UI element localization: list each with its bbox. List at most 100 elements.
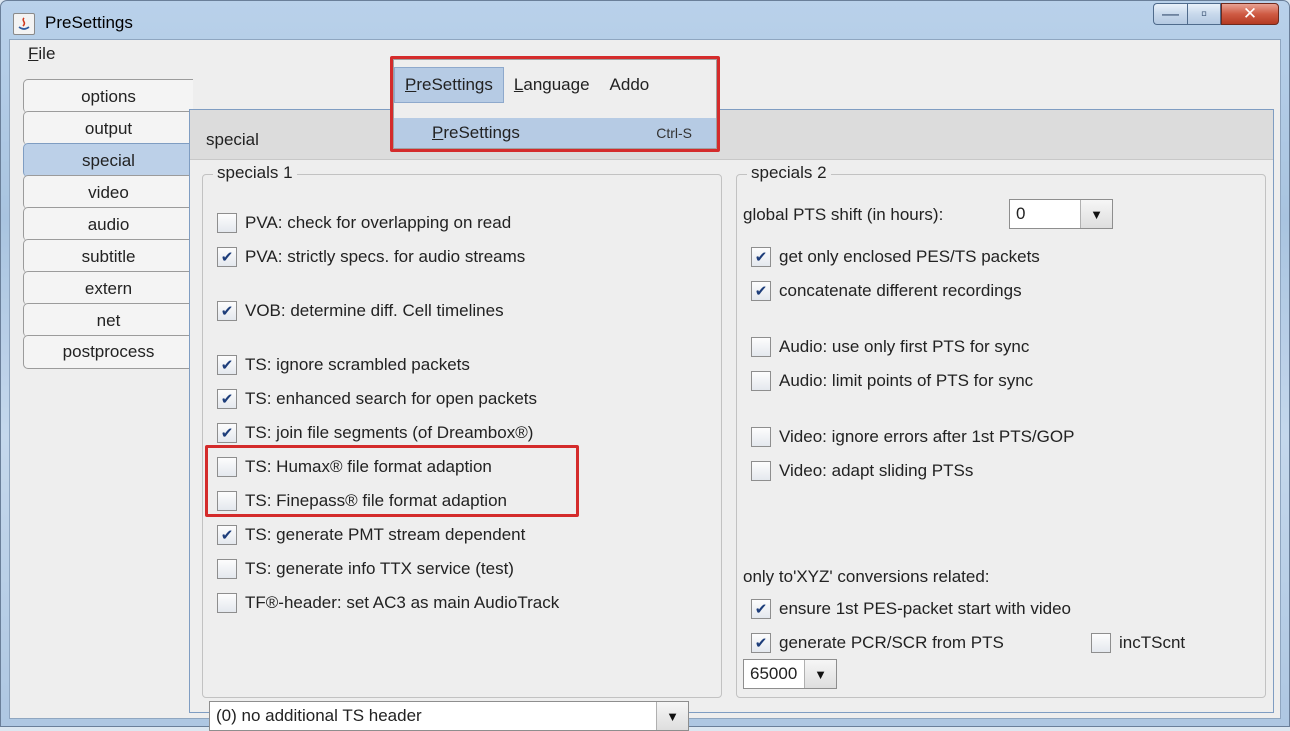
window-title: PreSettings [45, 13, 133, 32]
specials2-option-0[interactable]: ✔ get only enclosed PES/TS packets [751, 247, 1040, 267]
tab-options[interactable]: options [23, 79, 193, 113]
close-icon: ✕ [1242, 4, 1258, 23]
tab-subtitle[interactable]: subtitle [23, 239, 193, 273]
checkbox-unchecked[interactable] [217, 593, 237, 613]
pts-shift-label: global PTS shift (in hours): [743, 205, 944, 224]
specials1-option-10[interactable]: TF®-header: set AC3 as main AudioTrack [217, 593, 559, 613]
specials1-option-1[interactable]: ✔ PVA: strictly specs. for audio streams [217, 247, 525, 267]
specials2-option-4[interactable]: Video: ignore errors after 1st PTS/GOP [751, 427, 1074, 447]
conversion-option-0[interactable]: ✔ ensure 1st PES-packet start with video [751, 599, 1071, 619]
menu-item-presettings[interactable]: PreSettings Ctrl-S [394, 118, 716, 148]
checkbox-checked[interactable]: ✔ [751, 281, 771, 301]
checkbox-checked[interactable]: ✔ [751, 247, 771, 267]
checkbox-label: TS: Finepass® file format adaption [245, 491, 507, 510]
check-icon: ✔ [220, 356, 234, 374]
tab-net[interactable]: net [23, 303, 193, 337]
checkbox-checked[interactable]: ✔ [217, 525, 237, 545]
java-app-icon [13, 13, 35, 35]
specials2-option-5[interactable]: Video: adapt sliding PTSs [751, 461, 973, 481]
menu-presettings[interactable]: PreSettings [394, 67, 504, 103]
checkbox-label: TS: generate info TTX service (test) [245, 559, 514, 578]
tab-video[interactable]: video [23, 175, 193, 209]
maximize-icon: ▫ [1200, 4, 1208, 23]
checkbox-unchecked[interactable] [217, 213, 237, 233]
specials1-option-8[interactable]: ✔ TS: generate PMT stream dependent [217, 525, 525, 545]
checkbox-label: TS: generate PMT stream dependent [245, 525, 526, 544]
checkbox-label: TF®-header: set AC3 as main AudioTrack [245, 593, 560, 612]
minimize-button[interactable]: — [1153, 3, 1187, 25]
conversion-option-2[interactable]: incTScnt [1091, 633, 1185, 653]
menu-language[interactable]: Language [504, 67, 600, 103]
specials1-option-0[interactable]: PVA: check for overlapping on read [217, 213, 511, 233]
checkbox-label: Video: adapt sliding PTSs [779, 461, 974, 480]
check-icon: ✔ [220, 390, 234, 408]
specials2-option-1[interactable]: ✔ concatenate different recordings [751, 281, 1022, 301]
chevron-down-icon[interactable]: ▼ [1080, 200, 1112, 228]
menu-file[interactable]: File [28, 44, 55, 64]
specials1-option-6[interactable]: TS: Humax® file format adaption [217, 457, 492, 477]
checkbox-label: Audio: limit points of PTS for sync [779, 371, 1034, 390]
checkbox-unchecked[interactable] [217, 559, 237, 579]
checkbox-checked[interactable]: ✔ [217, 301, 237, 321]
specials1-option-4[interactable]: ✔ TS: enhanced search for open packets [217, 389, 537, 409]
conversion-option-1[interactable]: ✔ generate PCR/SCR from PTS [751, 633, 1004, 653]
check-icon: ✔ [754, 282, 768, 300]
tab-postprocess[interactable]: postprocess [23, 335, 193, 369]
check-icon: ✔ [220, 526, 234, 544]
checkbox-label: generate PCR/SCR from PTS [779, 633, 1004, 652]
tab-special[interactable]: special [23, 143, 193, 177]
specials1-option-5[interactable]: ✔ TS: join file segments (of Dreambox®) [217, 423, 533, 443]
checkbox-unchecked[interactable] [1091, 633, 1111, 653]
specials1-option-7[interactable]: TS: Finepass® file format adaption [217, 491, 507, 511]
minimize-icon: — [1162, 4, 1179, 23]
checkbox-checked[interactable]: ✔ [217, 355, 237, 375]
specials2-option-2[interactable]: Audio: use only first PTS for sync [751, 337, 1029, 357]
checkbox-label: TS: join file segments (of Dreambox®) [245, 423, 534, 442]
checkbox-checked[interactable]: ✔ [217, 247, 237, 267]
specials1-option-9[interactable]: TS: generate info TTX service (test) [217, 559, 514, 579]
checkbox-checked[interactable]: ✔ [751, 599, 771, 619]
checkbox-unchecked[interactable] [751, 337, 771, 357]
check-icon: ✔ [754, 600, 768, 618]
close-button[interactable]: ✕ [1221, 3, 1279, 25]
checkbox-label: TS: ignore scrambled packets [245, 355, 470, 374]
checkbox-checked[interactable]: ✔ [217, 423, 237, 443]
maximize-button[interactable]: ▫ [1187, 3, 1221, 25]
checkbox-unchecked[interactable] [751, 427, 771, 447]
checkbox-label: get only enclosed PES/TS packets [779, 247, 1040, 266]
presettings-popup: PreSettings Language Addo PreSettings Ct… [393, 59, 717, 149]
pts-shift-value: 0 [1016, 204, 1026, 223]
tab-extern[interactable]: extern [23, 271, 193, 305]
checkbox-unchecked[interactable] [217, 491, 237, 511]
special-panel: special specials 1 PVA: check for overla… [189, 109, 1274, 731]
chevron-down-icon[interactable]: ▼ [656, 702, 688, 730]
pcr-combo[interactable]: 65000 ▼ [743, 659, 837, 689]
checkbox-checked[interactable]: ✔ [751, 633, 771, 653]
checkbox-unchecked[interactable] [751, 371, 771, 391]
specials1-option-2[interactable]: ✔ VOB: determine diff. Cell timelines [217, 301, 504, 321]
app-window: PreSettings — ▫ ✕ File options output sp… [0, 0, 1290, 731]
specials1-option-3[interactable]: ✔ TS: ignore scrambled packets [217, 355, 470, 375]
checkbox-unchecked[interactable] [751, 461, 771, 481]
tab-output[interactable]: output [23, 111, 193, 145]
popup-menubar: PreSettings Language Addo [394, 60, 716, 110]
accelerator-label: Ctrl-S [656, 125, 692, 141]
check-icon: ✔ [754, 248, 768, 266]
check-icon: ✔ [220, 424, 234, 442]
specials2-option-3[interactable]: Audio: limit points of PTS for sync [751, 371, 1033, 391]
checkbox-label: PVA: strictly specs. for audio streams [245, 247, 526, 266]
pts-shift-combo[interactable]: 0 ▼ [1009, 199, 1113, 229]
check-icon: ✔ [220, 302, 234, 320]
tab-list: options output special video audio subti… [23, 79, 193, 369]
check-icon: ✔ [754, 634, 768, 652]
specials1-group: specials 1 PVA: check for overlapping on… [202, 163, 722, 731]
chevron-down-icon[interactable]: ▼ [804, 660, 836, 688]
menu-addons[interactable]: Addo [600, 67, 660, 103]
checkbox-checked[interactable]: ✔ [217, 389, 237, 409]
specials2-group: specials 2 global PTS shift (in hours): … [736, 163, 1266, 698]
specials2-legend: specials 2 [747, 163, 831, 183]
checkbox-label: ensure 1st PES-packet start with video [779, 599, 1071, 618]
checkbox-unchecked[interactable] [217, 457, 237, 477]
tab-audio[interactable]: audio [23, 207, 193, 241]
checkbox-label: VOB: determine diff. Cell timelines [245, 301, 504, 320]
